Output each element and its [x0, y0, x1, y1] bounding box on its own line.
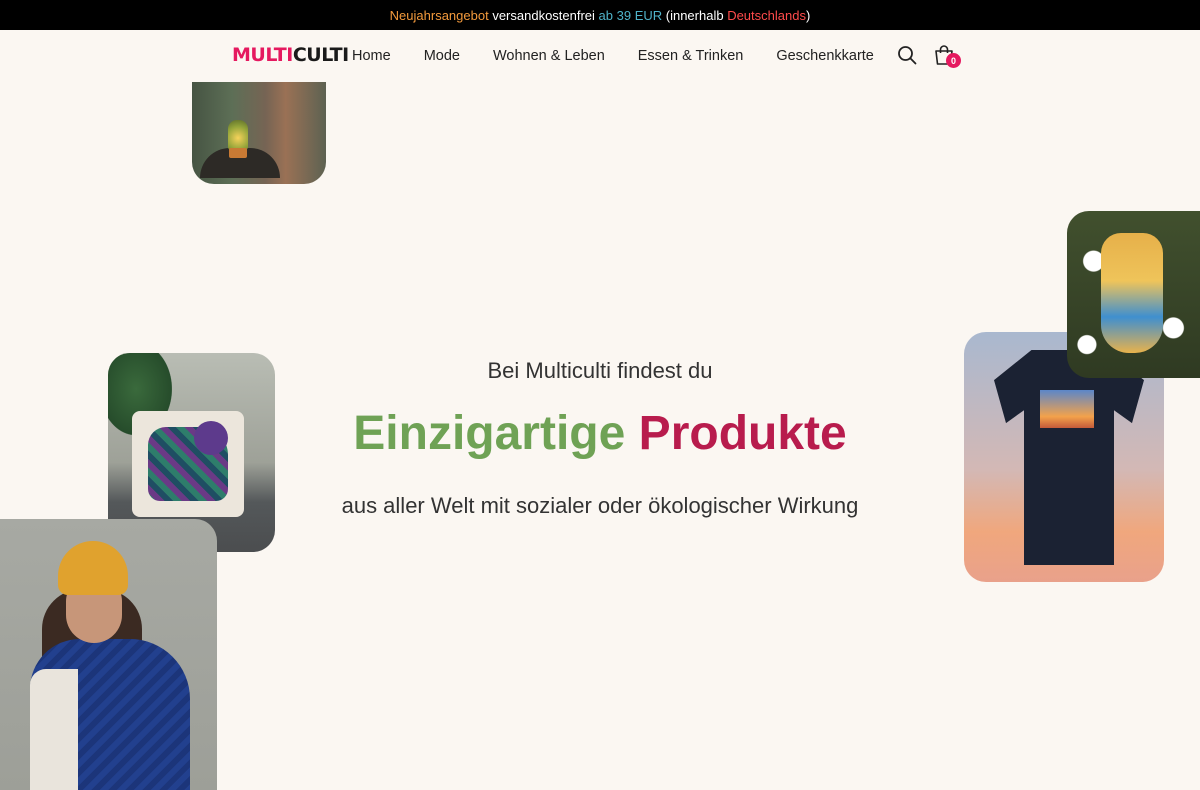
nav-home[interactable]: Home: [352, 48, 391, 64]
announcement-offer: Neujahrsangebot: [389, 7, 489, 23]
main-nav: Home Mode Wohnen & Leben Essen & Trinken…: [352, 30, 907, 82]
hero-title-word-2: Produkte: [638, 407, 847, 460]
tshirt-print-shape: [1040, 390, 1094, 428]
site-header: MULTICULTI Home Mode Wohnen & Leben Esse…: [0, 30, 1200, 82]
cart-count-badge: 0: [946, 53, 961, 68]
announcement-threshold: ab 39 EUR: [598, 7, 663, 23]
vase-product-image[interactable]: [1067, 211, 1200, 378]
nav-geschenkkarte[interactable]: Geschenkkarte: [776, 48, 874, 64]
logo-part-1: MULTI: [232, 44, 293, 66]
nav-essen-trinken[interactable]: Essen & Trinken: [638, 48, 744, 64]
lamp-base-shape: [229, 148, 247, 158]
tshirt-shape: [994, 350, 1144, 565]
announcement-text-3: ): [805, 7, 811, 23]
animal-head-shape: [194, 421, 228, 455]
logo-part-2: CULTI: [292, 44, 349, 66]
announcement-text-2: (innerhalb: [662, 7, 728, 23]
beanie-shape: [58, 541, 128, 595]
nav-mode[interactable]: Mode: [424, 48, 460, 64]
search-icon[interactable]: [897, 45, 917, 65]
coat-shape: [30, 669, 78, 790]
announcement-region: Deutschlands: [727, 7, 806, 23]
nav-wohnen-leben[interactable]: Wohnen & Leben: [493, 48, 605, 64]
hero-title-word-1: Einzigartige: [353, 407, 626, 460]
hero-subtitle: aus aller Welt mit sozialer oder ökologi…: [341, 493, 859, 518]
announcement-text: versandkostenfrei: [488, 7, 599, 23]
hero-kicker: Bei Multiculti findest du: [487, 358, 713, 383]
lamp-glass-shape: [228, 120, 248, 150]
hero-title: Einzigartige Produkte: [250, 404, 950, 464]
announcement-bar: Neujahrsangebot versandkostenfrei ab 39 …: [0, 0, 1200, 30]
woman-knitwear-image[interactable]: [0, 519, 217, 790]
lamp-product-image[interactable]: [192, 82, 326, 184]
logo[interactable]: MULTICULTI: [232, 44, 349, 66]
vase-shape: [1101, 233, 1163, 353]
